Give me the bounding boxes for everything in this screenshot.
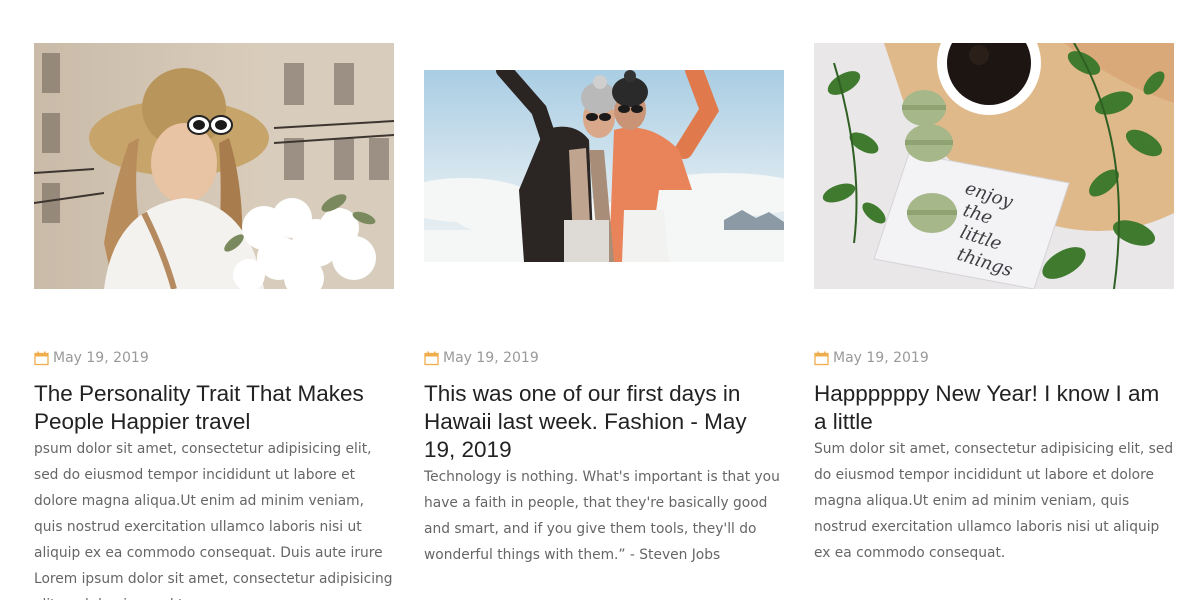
post-image-coffee-macarons: enjoy the little things xyxy=(814,43,1174,289)
post-image-two-women-mountains xyxy=(424,70,784,262)
post-image-link[interactable] xyxy=(34,43,394,289)
post-image-woman-hat-flowers xyxy=(34,43,394,289)
post-date-text: May 19, 2019 xyxy=(833,350,929,366)
post-date: May 19, 2019 xyxy=(34,348,149,368)
post-date-text: May 19, 2019 xyxy=(53,350,149,366)
post-date: May 19, 2019 xyxy=(424,348,539,368)
post-date: May 19, 2019 xyxy=(814,348,929,368)
post-excerpt: psum dolor sit amet, consectetur adipisi… xyxy=(34,441,393,600)
calendar-icon xyxy=(814,351,829,365)
calendar-icon xyxy=(34,351,49,365)
post-card: May 19, 2019 This was one of our first d… xyxy=(424,0,784,600)
post-excerpt: Technology is nothing. What's important … xyxy=(424,469,780,563)
post-excerpt: Sum dolor sit amet, consectetur adipisic… xyxy=(814,441,1174,561)
post-card: enjoy the little things May 19, 2019 Hap… xyxy=(814,0,1174,600)
post-image-link[interactable]: enjoy the little things xyxy=(814,43,1174,289)
post-title[interactable]: The Personality Trait That Makes People … xyxy=(34,380,394,436)
calendar-icon xyxy=(424,351,439,365)
post-date-text: May 19, 2019 xyxy=(443,350,539,366)
post-title[interactable]: This was one of our first days in Hawaii… xyxy=(424,380,784,464)
blog-post-grid: May 19, 2019 The Personality Trait That … xyxy=(0,0,1184,600)
post-card: May 19, 2019 The Personality Trait That … xyxy=(34,0,394,600)
post-image-link[interactable] xyxy=(424,70,784,262)
post-title[interactable]: Happppppy New Year! I know I am a little xyxy=(814,380,1174,436)
